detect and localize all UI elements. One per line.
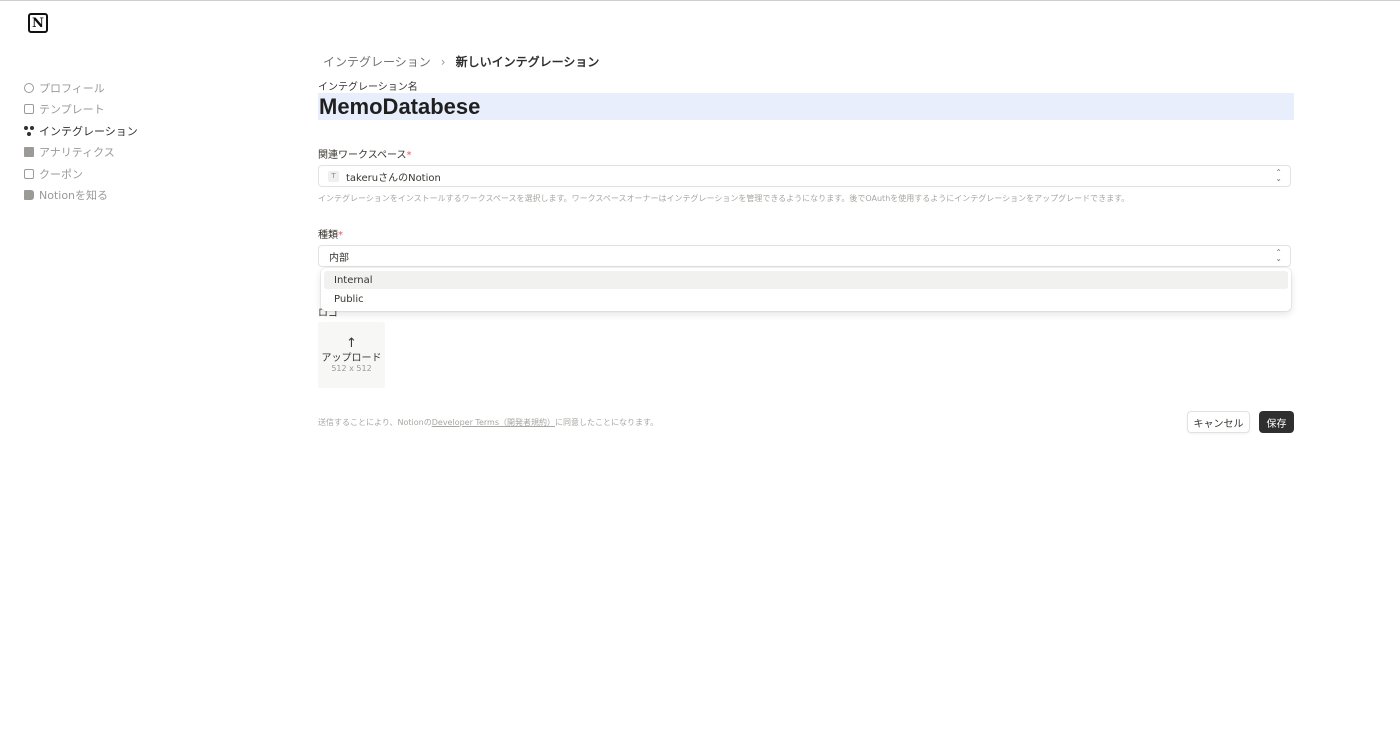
- terms-suffix: に同意したことになります。: [554, 418, 659, 427]
- sidebar-item-label: アナリティクス: [39, 146, 115, 160]
- sidebar-item-integrations[interactable]: インテグレーション: [24, 120, 224, 142]
- sidebar-item-profile[interactable]: プロフィール: [24, 77, 224, 99]
- coupon-icon: [24, 168, 34, 179]
- template-icon: [24, 104, 34, 115]
- workspace-label: 関連ワークスペース*: [318, 146, 412, 161]
- sidebar-item-learn-notion[interactable]: Notionを知る: [24, 185, 224, 207]
- type-option-internal[interactable]: Internal: [324, 271, 1288, 289]
- profile-icon: [24, 82, 34, 93]
- type-select[interactable]: 内部 ⌃ ⌄: [318, 245, 1291, 267]
- type-select-value: 内部: [329, 252, 349, 264]
- integration-name-input[interactable]: [318, 93, 1294, 120]
- analytics-icon: [24, 147, 34, 158]
- terms-notice: 送信することにより、NotionのDeveloper Terms（開発者規約）に…: [318, 417, 658, 428]
- terms-prefix: 送信することにより、Notionの: [318, 418, 432, 427]
- workspace-select[interactable]: T takeruさんのNotion ⌃ ⌄: [318, 165, 1291, 187]
- logo-upload-button[interactable]: ↑ アップロード 512 x 512: [318, 322, 385, 388]
- sidebar-item-label: インテグレーション: [39, 124, 138, 138]
- notion-logo[interactable]: N: [28, 13, 48, 33]
- type-label: 種類*: [318, 226, 343, 241]
- breadcrumb-separator: ›: [440, 54, 446, 69]
- chevron-updown-icon: ⌃ ⌄: [1275, 248, 1282, 263]
- sidebar-item-label: クーポン: [39, 167, 83, 181]
- cancel-button[interactable]: キャンセル: [1187, 411, 1250, 433]
- sidebar-item-label: テンプレート: [39, 103, 105, 117]
- type-label-text: 種類: [318, 230, 338, 241]
- integration-icon: [24, 125, 34, 136]
- workspace-avatar: T: [328, 170, 339, 182]
- sidebar-item-analytics[interactable]: アナリティクス: [24, 142, 224, 164]
- workspace-select-value: takeruさんのNotion: [346, 172, 441, 184]
- type-dropdown-menu: Internal Public: [321, 268, 1291, 311]
- breadcrumb: インテグレーション › 新しいインテグレーション: [323, 53, 599, 70]
- workspace-label-text: 関連ワークスペース: [318, 150, 407, 161]
- book-icon: [24, 190, 34, 201]
- sidebar: プロフィール テンプレート インテグレーション アナリティクス クーポン Not…: [24, 77, 224, 206]
- sidebar-item-label: プロフィール: [39, 81, 105, 95]
- page-title: 新しいインテグレーション: [455, 55, 600, 69]
- sidebar-item-templates[interactable]: テンプレート: [24, 99, 224, 121]
- upload-label: アップロード: [321, 352, 382, 364]
- workspace-help-text: インテグレーションをインストールするワークスペースを選択します。ワークスペースオ…: [318, 194, 1130, 203]
- upload-size-hint: 512 x 512: [331, 363, 372, 373]
- integration-name-label: インテグレーション名: [318, 82, 418, 93]
- breadcrumb-integrations-link[interactable]: インテグレーション: [323, 53, 431, 70]
- save-button[interactable]: 保存: [1259, 411, 1294, 433]
- required-mark: *: [406, 150, 412, 161]
- chevron-updown-icon: ⌃ ⌄: [1275, 168, 1282, 183]
- type-option-public[interactable]: Public: [324, 290, 1288, 308]
- required-mark: *: [338, 230, 343, 241]
- developer-terms-link[interactable]: Developer Terms（開発者規約）: [432, 418, 555, 427]
- sidebar-item-label: Notionを知る: [39, 189, 109, 203]
- sidebar-item-coupons[interactable]: クーポン: [24, 163, 224, 185]
